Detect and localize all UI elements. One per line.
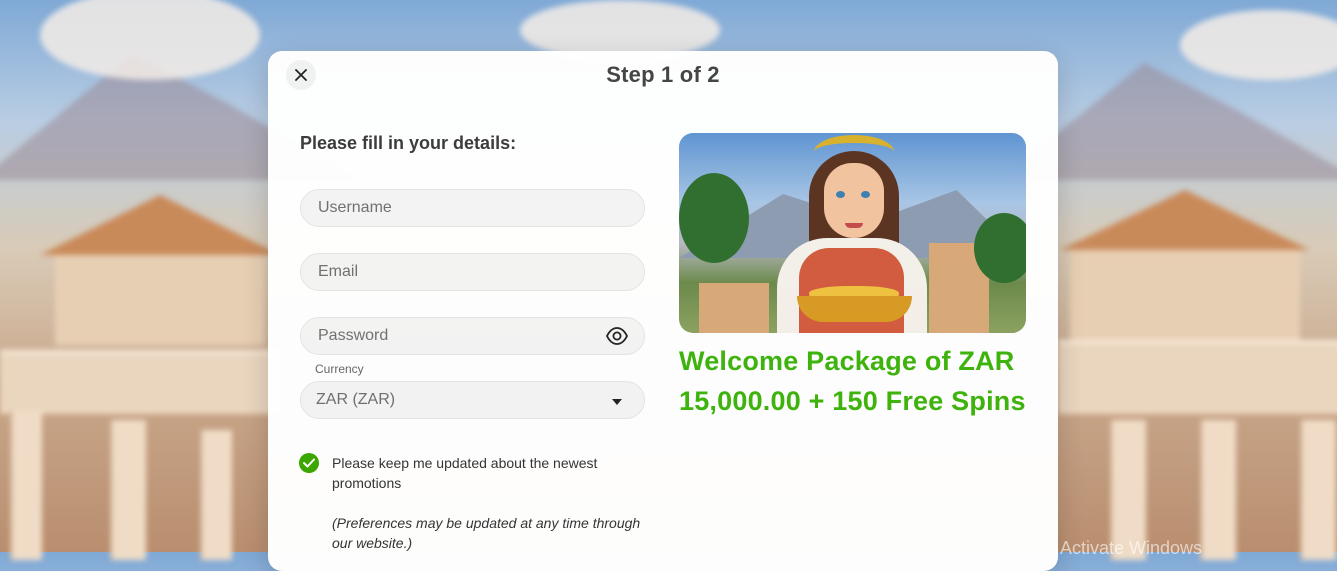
promotions-checkbox[interactable] [299, 453, 319, 473]
currency-select[interactable]: ZAR (ZAR) [300, 381, 645, 419]
step-title: Step 1 of 2 [606, 62, 720, 87]
preferences-note: (Preferences may be updated at any time … [332, 515, 641, 551]
email-field[interactable] [300, 253, 645, 291]
password-input[interactable] [316, 326, 600, 346]
caret-down-icon [612, 399, 622, 405]
promo-headline: Welcome Package of ZAR 15,000.00 + 150 F… [679, 346, 1026, 416]
promotions-checkbox-label: Please keep me updated about the newest … [332, 455, 598, 491]
checkmark-icon [303, 458, 315, 468]
os-watermark: Activate Windows [1060, 538, 1203, 558]
registration-modal: Step 1 of 2 Please fill in your details:… [268, 51, 1058, 571]
email-input[interactable] [316, 262, 600, 282]
currency-value: ZAR (ZAR) [316, 391, 396, 408]
username-field[interactable] [300, 189, 645, 227]
form-heading: Please fill in your details: [300, 133, 517, 153]
username-input[interactable] [316, 198, 600, 218]
currency-label: Currency [315, 362, 364, 376]
password-field[interactable] [300, 317, 645, 355]
promo-image [679, 133, 1026, 333]
eye-icon[interactable] [606, 327, 628, 345]
